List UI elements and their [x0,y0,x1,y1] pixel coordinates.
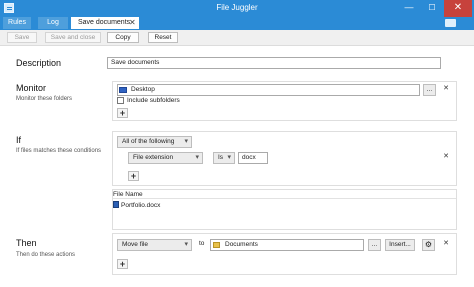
monitor-heading: Monitor [16,83,47,93]
copy-button[interactable]: Copy [107,32,139,43]
tab-log[interactable]: Log [38,17,68,29]
close-window-button[interactable]: ✕ [444,0,472,17]
monitor-folder-field[interactable]: Desktop [117,84,420,96]
feedback-icon[interactable] [445,19,456,27]
to-label: to [199,240,205,247]
if-subtitle: If files matches these conditions [16,148,102,154]
if-heading: If [16,135,22,145]
include-subfolders-label: Include subfolders [127,97,180,104]
match-mode-dropdown[interactable]: All of the following [117,136,192,148]
description-heading: Description [16,58,62,68]
desktop-folder-icon [119,87,127,93]
remove-folder-icon[interactable]: ✕ [441,84,451,96]
add-folder-button[interactable]: + [117,108,128,118]
documents-folder-icon [213,242,220,248]
browse-destination-button[interactable]: ... [368,239,381,251]
close-tab-icon[interactable]: ✕ [129,17,136,29]
then-heading: Then [16,238,37,248]
description-input[interactable]: Save documents [107,57,441,69]
save-and-close-button[interactable]: Save and close [45,32,101,43]
tab-label: Save documents [78,19,131,26]
monitor-subtitle: Monitor these folders [16,96,73,102]
insert-button[interactable]: Insert... [385,239,415,251]
tab-save-documents[interactable]: Save documents ✕ [71,17,139,29]
then-subtitle: Then do these actions [16,252,76,258]
include-subfolders-checkbox[interactable] [117,97,124,104]
condition-field-dropdown[interactable]: File extension [128,152,203,164]
remove-condition-icon[interactable]: ✕ [441,152,451,164]
browse-folder-button[interactable]: ... [423,84,436,96]
reset-button[interactable]: Reset [148,32,178,43]
file-list-item[interactable]: Portfolio.docx [121,202,160,209]
minimize-button[interactable]: — [398,0,420,17]
save-button[interactable]: Save [7,32,37,43]
add-action-button[interactable]: + [117,259,128,269]
tab-rules[interactable]: Rules [3,17,31,29]
action-dropdown[interactable]: Move file [117,239,192,251]
maximize-button[interactable]: ☐ [421,0,443,17]
remove-action-icon[interactable]: ✕ [441,239,451,251]
condition-value-input[interactable]: docx [238,152,268,164]
file-name-column-header[interactable]: File Name [113,191,143,198]
destination-field[interactable]: Documents [210,239,364,251]
file-list-header [113,190,456,199]
add-condition-button[interactable]: + [128,171,139,181]
word-document-icon [113,201,119,208]
condition-operator-dropdown[interactable]: Is [213,152,235,164]
settings-gear-icon[interactable]: ⚙ [422,239,435,251]
